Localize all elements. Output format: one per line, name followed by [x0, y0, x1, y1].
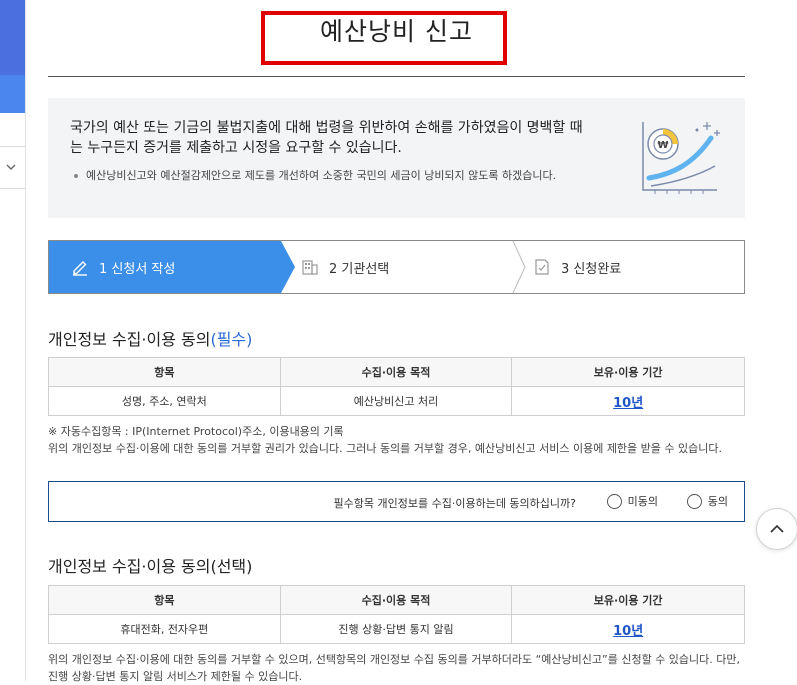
col-header-period: 보유·이용 기간	[511, 585, 745, 615]
chevron-down-icon[interactable]	[4, 160, 18, 174]
table-row: 휴대전화, 전자우편 진행 상황·답변 통지 알림 10년	[48, 614, 745, 644]
retention-period-link[interactable]: 10년	[613, 396, 643, 411]
cell-period: 10년	[511, 614, 745, 644]
step-label: 3 신청완료	[561, 261, 622, 277]
cell-item: 성명, 주소, 연락처	[48, 386, 281, 416]
col-header-item: 항목	[48, 357, 281, 387]
required-consent-box: 필수항목 개인정보를 수집·이용하는데 동의하십니까? 미동의 동의	[48, 481, 745, 522]
intro-lead-text: 국가의 예산 또는 기금의 불법지출에 대해 법령을 위반하여 손해를 가하였음…	[70, 120, 583, 156]
main-content: 예산낭비 신고 국가의 예산 또는 기금의 불법지출에 대해 법령을 위반하여 …	[48, 0, 745, 683]
intro-panel: 국가의 예산 또는 기금의 불법지출에 대해 법령을 위반하여 손해를 가하였음…	[48, 98, 745, 218]
coin-symbol: ₩	[657, 140, 668, 151]
pencil-icon	[73, 261, 87, 276]
refuse-right-note: 위의 개인정보 수집·이용에 대한 동의를 거부할 권리가 있습니다. 그러나 …	[48, 442, 722, 455]
auto-collect-note: ※ 자동수집항목 : IP(Internet Protocol)주소, 이용내용…	[48, 425, 344, 438]
optional-refuse-note: 위의 개인정보 수집·이용에 대한 동의를 거부할 수 있으며, 선택항목의 개…	[48, 653, 741, 683]
document-check-icon	[535, 259, 549, 275]
step-label: 1 신청서 작성	[99, 261, 176, 277]
disagree-option[interactable]: 미동의	[606, 493, 658, 509]
disagree-radio[interactable]	[606, 493, 622, 509]
col-header-item: 항목	[48, 585, 281, 615]
col-header-purpose: 수집·이용 목적	[279, 357, 513, 387]
table-header-row: 항목 수집·이용 목적 보유·이용 기간	[48, 357, 745, 387]
agree-radio[interactable]	[686, 493, 702, 509]
cell-item: 휴대전화, 전자우편	[48, 614, 281, 644]
agree-label: 동의	[707, 495, 728, 508]
disagree-label: 미동의	[627, 495, 658, 508]
optional-consent-table: 항목 수집·이용 목적 보유·이용 기간 휴대전화, 전자우편 진행 상황·답변…	[48, 585, 745, 644]
required-notes: ※ 자동수집항목 : IP(Internet Protocol)주소, 이용내용…	[48, 423, 745, 457]
cell-purpose: 진행 상황·답변 통지 알림	[279, 614, 513, 644]
growth-chart-coin-icon: ₩	[642, 122, 720, 194]
scroll-to-top-button[interactable]	[756, 508, 797, 550]
building-icon	[302, 260, 318, 275]
cell-period: 10년	[511, 386, 745, 416]
required-consent-table: 항목 수집·이용 목적 보유·이용 기간 성명, 주소, 연락처 예산낭비신고 …	[48, 357, 745, 416]
step-select-agency: 2 기관선택	[301, 241, 501, 293]
step-label: 2 기관선택	[329, 261, 390, 277]
sidebar-divider	[0, 146, 25, 147]
sidebar-active-item[interactable]	[0, 75, 25, 113]
progress-steps: 1 신청서 작성 2 기관선택 3 신청완료	[48, 240, 745, 294]
required-badge: (필수)	[210, 330, 253, 349]
table-row: 성명, 주소, 연락처 예산낭비신고 처리 10년	[48, 386, 745, 416]
page-header: 예산낭비 신고	[48, 0, 745, 77]
retention-period-link[interactable]: 10년	[613, 624, 643, 639]
intro-note-text: 예산낭비신고와 예산절감제안으로 제도를 개선하여 소중한 국민의 세금이 낭비…	[74, 166, 566, 185]
left-sidebar	[0, 0, 26, 681]
cell-purpose: 예산낭비신고 처리	[279, 386, 513, 416]
table-header-row: 항목 수집·이용 목적 보유·이용 기간	[48, 585, 745, 615]
title-highlight-box	[261, 11, 507, 65]
chevron-up-icon	[770, 524, 784, 533]
step-complete: 3 신청완료	[533, 241, 733, 293]
optional-consent-title: 개인정보 수집·이용 동의(선택)	[48, 557, 253, 576]
col-header-purpose: 수집·이용 목적	[279, 585, 513, 615]
section-title-text: 개인정보 수집·이용 동의	[48, 330, 211, 349]
sidebar-highlight-top[interactable]	[0, 0, 25, 75]
step-separator-chevron	[512, 241, 526, 293]
sidebar-divider	[0, 188, 25, 189]
col-header-period: 보유·이용 기간	[511, 357, 745, 387]
agree-option[interactable]: 동의	[686, 493, 728, 509]
consent-question: 필수항목 개인정보를 수집·이용하는데 동의하십니까?	[333, 497, 576, 510]
step-write-application: 1 신청서 작성	[49, 241, 295, 293]
required-consent-title: 개인정보 수집·이용 동의(필수)	[48, 326, 252, 350]
